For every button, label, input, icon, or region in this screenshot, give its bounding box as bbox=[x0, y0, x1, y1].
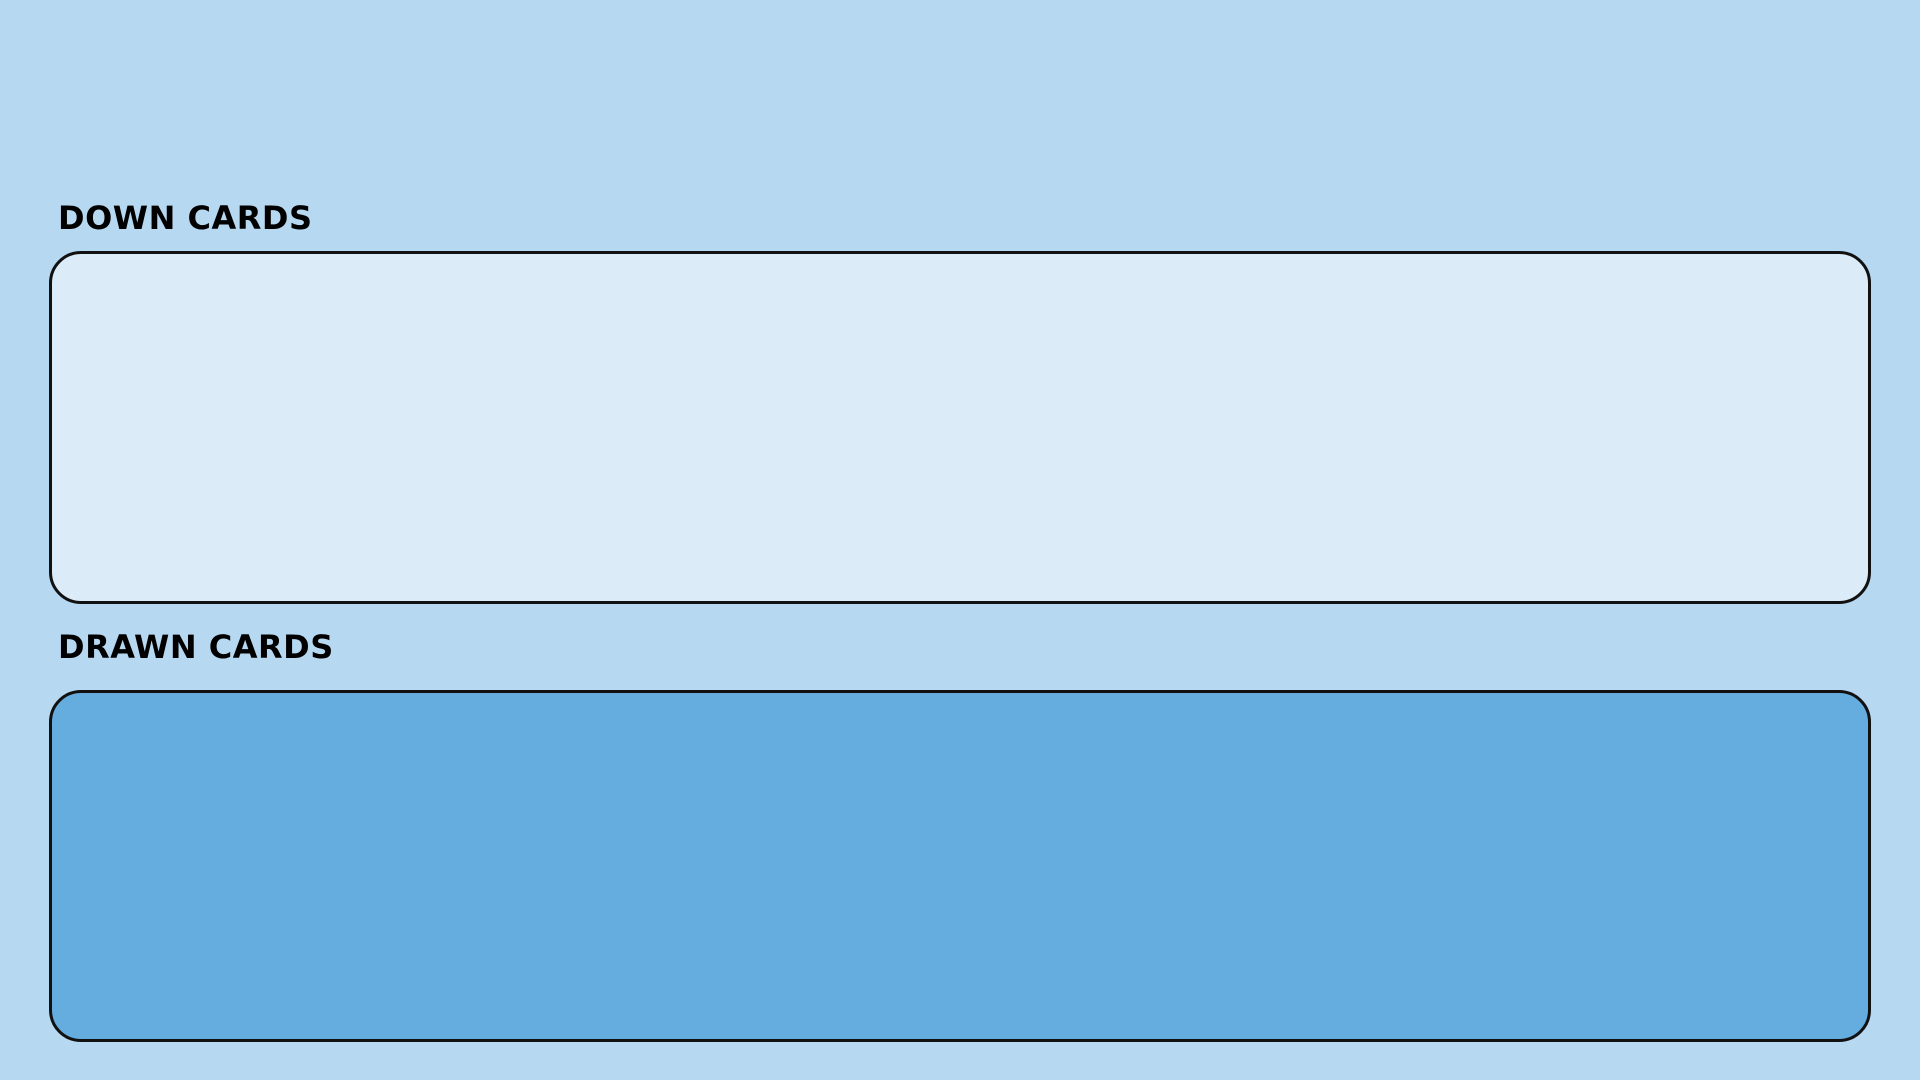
down-cards-heading: DOWN CARDS bbox=[58, 199, 313, 237]
drawn-cards-zone[interactable] bbox=[49, 690, 1871, 1042]
drawn-cards-heading: DRAWN CARDS bbox=[58, 628, 334, 666]
down-cards-zone[interactable] bbox=[49, 251, 1871, 604]
